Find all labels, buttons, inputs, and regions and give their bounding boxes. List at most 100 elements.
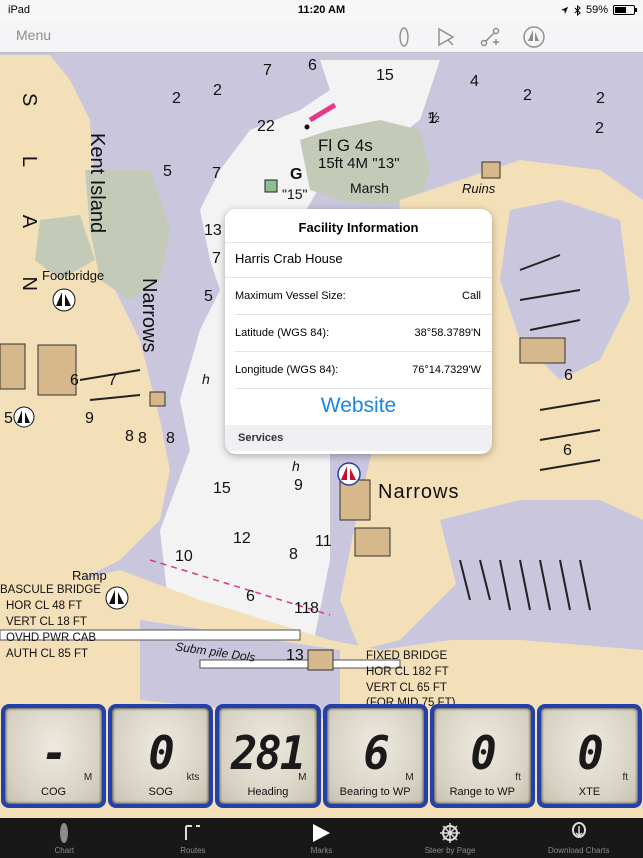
max-vessel-size-label: Maximum Vessel Size: — [235, 290, 346, 302]
h-label-2: h — [292, 458, 300, 474]
depth-sounding: 8 — [289, 546, 298, 563]
depth-sounding: 6 — [563, 442, 572, 459]
xte-unit: ft — [622, 772, 629, 783]
bascule-hor-label: HOR CL 48 FT — [6, 600, 83, 612]
range-to-wp-unit: ft — [515, 772, 521, 783]
marsh-label: Marsh — [350, 180, 389, 196]
footbridge-label: Footbridge — [42, 268, 105, 283]
depth-sounding: 2 — [172, 90, 181, 107]
latitude-value: 38°58.3789'N — [414, 327, 481, 339]
menu-button[interactable]: Menu — [16, 27, 51, 43]
depth-sounding: 22 — [257, 118, 275, 135]
h-label-1: h — [202, 371, 210, 387]
depth-sounding: 7 — [212, 250, 221, 267]
marks-icon — [313, 824, 331, 842]
marina-icon[interactable] — [522, 25, 546, 49]
bearing-to-wp-gauge[interactable]: 6 M Bearing to WP — [322, 704, 428, 808]
fixed-hor-label: HOR CL 182 FT — [366, 666, 449, 678]
route-icon[interactable] — [478, 25, 502, 49]
half-depth-label: ½ — [428, 109, 440, 125]
depth-sounding: 12 — [233, 530, 251, 547]
compass-needle-icon[interactable] — [392, 25, 416, 49]
device-name: iPad — [8, 4, 31, 16]
xte-label: XTE — [578, 786, 601, 798]
cog-label: COG — [41, 786, 67, 798]
bearing-to-wp-unit: M — [405, 772, 414, 783]
latitude-label: Latitude (WGS 84): — [235, 327, 330, 339]
xte-gauge[interactable]: 0 ft XTE — [536, 704, 643, 808]
tab-marks[interactable]: Marks — [257, 818, 386, 858]
status-right: 59% — [560, 4, 637, 16]
tab-chart-label: Chart — [54, 846, 75, 855]
website-link[interactable]: Website — [225, 389, 492, 425]
depth-sounding: 8 — [125, 428, 134, 445]
tab-chart[interactable]: Chart — [0, 818, 129, 858]
nav-bar: Menu — [0, 20, 643, 53]
heading-unit: M — [298, 772, 307, 783]
routes-icon — [184, 825, 200, 840]
mark-location-icon[interactable] — [434, 25, 458, 49]
tab-download-charts[interactable]: Download Charts — [514, 818, 643, 858]
depth-sounding: 5 — [204, 288, 213, 305]
depth-sounding: 7 — [212, 165, 221, 182]
sog-gauge[interactable]: 0 kts SOG — [108, 704, 214, 808]
bascule-bridge-label: BASCULE BRIDGE — [0, 584, 101, 596]
battery-percent: 59% — [585, 4, 608, 16]
latitude-row: Latitude (WGS 84): 38°58.3789'N — [235, 315, 492, 352]
longitude-label: Longitude (WGS 84): — [235, 364, 339, 376]
battery-icon — [613, 5, 637, 15]
depth-sounding: 9 — [294, 477, 303, 494]
tab-routes[interactable]: Routes — [129, 818, 258, 858]
depth-sounding: 2 — [523, 87, 532, 104]
depth-sounding: 13 — [286, 647, 304, 664]
max-vessel-size-value: Call — [462, 290, 481, 302]
facility-info-popup: Facility Information Harris Crab House M… — [225, 209, 492, 454]
bascule-vert-label: VERT CL 18 FT — [6, 616, 87, 628]
cog-gauge[interactable]: - M COG — [1, 704, 107, 808]
bluetooth-icon — [574, 4, 581, 16]
range-to-wp-gauge[interactable]: 0 ft Range to WP — [429, 704, 535, 808]
tab-steer-by-page[interactable]: Steer by Page — [386, 818, 515, 858]
depth-sounding: 5 — [163, 163, 172, 180]
depth-sounding: 15 — [376, 67, 394, 84]
cog-unit: M — [83, 772, 93, 783]
depth-sounding: 9 — [85, 410, 94, 427]
bearing-to-wp-label: Bearing to WP — [339, 786, 411, 798]
depth-sounding: 6 — [308, 57, 317, 74]
light-label: Fl G 4s — [318, 136, 373, 155]
popup-title: Facility Information — [298, 220, 419, 235]
download-charts-icon — [571, 822, 586, 838]
depth-sounding: 7 — [108, 372, 117, 389]
tab-bar: Chart Routes Marks Steer by Page Downloa… — [0, 818, 643, 858]
island-letters-label: S L A N — [18, 93, 40, 313]
selected-facility-marker — [337, 462, 361, 486]
depth-sounding: 6 — [246, 588, 255, 605]
narrows-vertical-label: Narrows — [138, 278, 160, 353]
heading-gauge[interactable]: 281 M Heading — [215, 704, 321, 808]
light-detail-label: 15ft 4M "13" — [318, 155, 400, 172]
tab-marks-label: Marks — [310, 846, 333, 855]
heading-label: Heading — [247, 786, 289, 798]
depth-sounding: 8 — [138, 430, 147, 447]
facility-name: Harris Crab House — [225, 242, 492, 278]
depth-sounding: 13 — [204, 222, 222, 239]
depth-sounding: 7 — [263, 62, 272, 79]
longitude-row: Longitude (WGS 84): 76°14.7329'W — [235, 352, 492, 389]
tab-steer-label: Steer by Page — [424, 846, 476, 855]
max-vessel-size-row: Maximum Vessel Size: Call — [235, 278, 492, 315]
depth-sounding: 11 — [315, 533, 332, 550]
status-bar: iPad 11:20 AM 59% — [0, 0, 643, 20]
depth-sounding: 6 — [564, 367, 573, 384]
depth-sounding: 8 — [310, 600, 319, 617]
kent-island-label: Kent Island — [86, 133, 108, 234]
longitude-value: 76°14.7329'W — [412, 364, 481, 376]
instrument-panel: - M COG 0 kts SOG 281 M Heading 6 M Bear… — [0, 704, 643, 818]
sog-label: SOG — [148, 786, 173, 798]
marina-symbol-left — [13, 406, 35, 428]
services-header: Services — [225, 425, 492, 451]
location-arrow-icon — [560, 6, 569, 14]
marina-symbol-ramp — [105, 586, 129, 610]
depth-sounding: 2 — [596, 90, 605, 107]
depth-sounding: 15 — [213, 480, 231, 497]
marina-symbol-footbridge — [52, 288, 76, 312]
